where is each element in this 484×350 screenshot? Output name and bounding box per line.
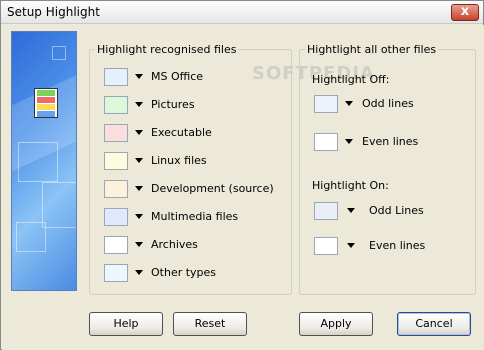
dropdown-arrow-icon[interactable]	[135, 102, 143, 107]
color-swatch[interactable]	[314, 95, 338, 113]
color-swatch[interactable]	[314, 133, 338, 151]
dropdown-arrow-icon[interactable]	[135, 186, 143, 191]
dropdown-arrow-icon[interactable]	[135, 130, 143, 135]
dropdown-arrow-icon[interactable]	[135, 214, 143, 219]
highlight-on-heading: Hightlight On:	[312, 179, 389, 192]
line-type-label: Even lines	[362, 135, 419, 148]
color-swatch[interactable]	[104, 236, 128, 254]
dialog-client: SOFTPEDIA Highlight recognised files MS …	[2, 25, 484, 350]
line-type-label: Even lines	[369, 239, 426, 252]
highlight-app-icon	[34, 88, 58, 118]
dropdown-arrow-icon[interactable]	[347, 243, 355, 248]
close-icon: x	[460, 4, 470, 19]
color-swatch[interactable]	[104, 264, 128, 282]
line-type-label: Odd lines	[362, 97, 414, 110]
banner-square	[16, 222, 46, 252]
banner-square	[18, 142, 58, 182]
dropdown-arrow-icon[interactable]	[345, 139, 353, 144]
color-swatch[interactable]	[104, 96, 128, 114]
color-swatch[interactable]	[314, 237, 338, 255]
color-swatch[interactable]	[104, 124, 128, 142]
file-type-label: Other types	[151, 266, 217, 279]
dropdown-arrow-icon[interactable]	[135, 158, 143, 163]
color-swatch[interactable]	[104, 208, 128, 226]
other-group-title: Hightlight all other files	[305, 43, 439, 56]
file-type-label: Archives	[151, 238, 198, 251]
color-swatch[interactable]	[104, 152, 128, 170]
file-type-label: Executable	[151, 126, 212, 139]
banner-square	[42, 182, 76, 228]
file-type-label: Linux files	[151, 154, 207, 167]
setup-highlight-dialog: Setup Highlight x SOFTPEDIA Highlight re…	[0, 0, 484, 350]
close-button[interactable]: x	[451, 4, 479, 21]
color-swatch[interactable]	[314, 202, 338, 220]
file-type-label: Development (source)	[151, 182, 274, 195]
title-bar: Setup Highlight x	[1, 1, 483, 24]
file-type-label: Multimedia files	[151, 210, 239, 223]
file-type-label: Pictures	[151, 98, 195, 111]
recognised-group-title: Highlight recognised files	[95, 43, 239, 56]
color-swatch[interactable]	[104, 180, 128, 198]
side-banner-image	[11, 31, 77, 291]
apply-button[interactable]: Apply	[299, 312, 373, 336]
dropdown-arrow-icon[interactable]	[135, 242, 143, 247]
dropdown-arrow-icon[interactable]	[345, 101, 353, 106]
dropdown-arrow-icon[interactable]	[347, 208, 355, 213]
line-type-label: Odd Lines	[369, 204, 424, 217]
dropdown-arrow-icon[interactable]	[135, 270, 143, 275]
dropdown-arrow-icon[interactable]	[135, 74, 143, 79]
color-swatch[interactable]	[104, 68, 128, 86]
cancel-button[interactable]: Cancel	[397, 312, 471, 336]
highlight-off-heading: Hightlight Off:	[312, 73, 390, 86]
file-type-label: MS Office	[151, 70, 204, 83]
reset-button[interactable]: Reset	[173, 312, 247, 336]
help-button[interactable]: Help	[89, 312, 163, 336]
window-title: Setup Highlight	[7, 5, 100, 19]
banner-square	[52, 46, 66, 60]
